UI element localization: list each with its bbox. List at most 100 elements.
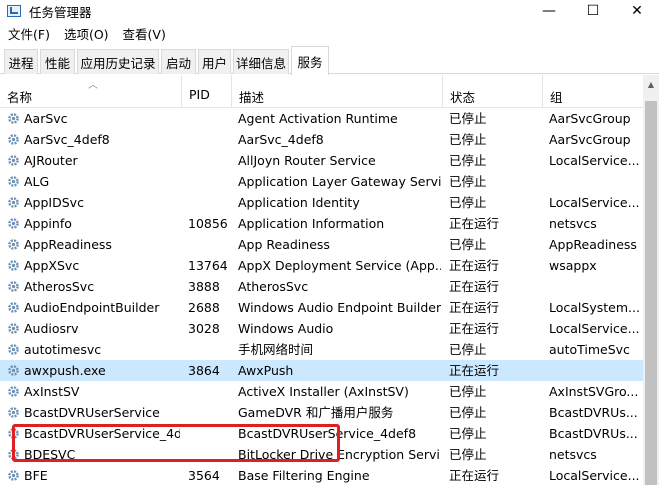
column-header-description[interactable]: 描述 — [232, 75, 443, 108]
table-row[interactable]: BcastDVRUserService_4d... BcastDVRUserSer… — [0, 423, 643, 444]
service-group: netsvcs — [549, 216, 597, 231]
table-row[interactable]: AppIDSvc Application Identity 已停止 LocalServ… — [0, 192, 643, 213]
service-name: AtherosSvc — [24, 279, 95, 294]
service-name: Audiosrv — [24, 321, 79, 336]
service-group: AppReadiness — [549, 237, 637, 252]
service-pid — [188, 402, 232, 423]
gear-icon — [8, 134, 19, 145]
close-button[interactable]: ✕ — [615, 0, 659, 22]
service-group: AxInstSVGro... — [549, 384, 639, 399]
vertical-scrollbar[interactable]: ▲ — [643, 75, 659, 485]
service-pid — [188, 150, 232, 171]
tab-details[interactable]: 详细信息 — [233, 49, 289, 74]
service-status: 已停止 — [449, 195, 487, 210]
table-row[interactable]: AJRouter AllJoyn Router Service 已停止 LocalSe… — [0, 150, 643, 171]
table-row[interactable]: BDESVC BitLocker Drive Encryption Servi..… — [0, 444, 643, 465]
table-row[interactable]: AtherosSvc 3888 AtherosSvc 正在运行 — [0, 276, 643, 297]
service-status: 已停止 — [449, 426, 487, 441]
service-group: BcastDVRUs... — [549, 426, 638, 441]
service-status: 已停止 — [449, 384, 487, 399]
service-group: LocalService... — [549, 468, 639, 483]
tab-services[interactable]: 服务 — [291, 46, 329, 75]
column-header-name[interactable]: 名称 ︿ — [0, 75, 182, 108]
gear-icon — [8, 344, 19, 355]
service-description: BitLocker Drive Encryption Servi... — [238, 447, 441, 462]
service-group: BcastDVRUs... — [549, 405, 638, 420]
service-status: 已停止 — [449, 174, 487, 189]
service-status: 已停止 — [449, 132, 487, 147]
column-header-pid[interactable]: PID — [182, 75, 232, 108]
tab-performance[interactable]: 性能 — [40, 49, 75, 74]
service-description: App Readiness — [238, 237, 330, 252]
table-header: 名称 ︿ PID 描述 状态 组 — [0, 75, 643, 108]
scroll-thumb[interactable] — [645, 101, 657, 485]
gear-icon — [8, 155, 19, 166]
service-name: AarSvc_4def8 — [24, 132, 110, 147]
maximize-button[interactable]: ☐ — [571, 0, 615, 22]
gear-icon — [8, 449, 19, 460]
table-row[interactable]: ALG Application Layer Gateway Servi... 已停止 — [0, 171, 643, 192]
service-group — [549, 360, 639, 381]
service-description: Application Layer Gateway Servi... — [238, 174, 441, 189]
column-header-group[interactable]: 组 — [543, 75, 643, 108]
column-label-name: 名称 — [7, 90, 33, 105]
gear-icon — [8, 302, 19, 313]
service-pid — [188, 381, 232, 402]
service-group — [549, 276, 639, 297]
service-pid — [188, 234, 232, 255]
gear-icon — [8, 407, 19, 418]
sort-ascending-icon: ︿ — [88, 80, 98, 91]
column-header-status[interactable]: 状态 — [443, 75, 543, 108]
service-group: LocalSystem... — [549, 300, 639, 315]
service-description: Base Filtering Engine — [238, 468, 370, 483]
service-status: 已停止 — [449, 111, 487, 126]
service-group: LocalService... — [549, 195, 639, 210]
table-row[interactable]: AarSvc_4def8 AarSvc_4def8 已停止 AarSvcGroup — [0, 129, 643, 150]
tab-processes[interactable]: 进程 — [4, 49, 38, 74]
table-row[interactable]: BFE 3564 Base Filtering Engine 正在运行 LocalSer… — [0, 465, 643, 485]
service-status: 正在运行 — [449, 468, 500, 483]
service-status: 已停止 — [449, 153, 487, 168]
service-pid: 3864 — [188, 363, 220, 378]
table-row[interactable]: AudioEndpointBuilder 2688 Windows Audio En… — [0, 297, 643, 318]
tab-app-history[interactable]: 应用历史记录 — [77, 49, 159, 74]
service-status: 已停止 — [449, 447, 487, 462]
tab-startup[interactable]: 启动 — [161, 49, 196, 74]
service-name: AudioEndpointBuilder — [24, 300, 160, 315]
service-status: 已停止 — [449, 237, 487, 252]
table-row[interactable]: Appinfo 10856 Application Information 正在运行 n… — [0, 213, 643, 234]
service-name: BcastDVRUserService — [24, 405, 160, 420]
service-description: ActiveX Installer (AxInstSV) — [238, 384, 409, 399]
service-description: AppX Deployment Service (App... — [238, 258, 441, 273]
table-row[interactable]: AxInstSV ActiveX Installer (AxInstSV) 已停止 A… — [0, 381, 643, 402]
gear-icon — [8, 197, 19, 208]
table-row[interactable]: autotimesvc 手机网络时间 已停止 autoTimeSvc — [0, 339, 643, 360]
service-status: 已停止 — [449, 342, 487, 357]
service-status: 已停止 — [449, 405, 487, 420]
service-description: 手机网络时间 — [238, 342, 314, 357]
service-name: AppIDSvc — [24, 195, 84, 210]
table-row[interactable]: awxpush.exe 3864 AwxPush 正在运行 — [0, 360, 643, 381]
menu-options[interactable]: 选项(O) — [58, 24, 115, 43]
service-pid: 13764 — [188, 258, 228, 273]
scroll-up-arrow-icon[interactable]: ▲ — [643, 75, 659, 93]
table-row[interactable]: BcastDVRUserService GameDVR 和广播用户服务 已停止 Bca… — [0, 402, 643, 423]
table-row[interactable]: AarSvc Agent Activation Runtime 已停止 AarSvcG… — [0, 108, 643, 129]
service-description: GameDVR 和广播用户服务 — [238, 405, 394, 420]
table-row[interactable]: Audiosrv 3028 Windows Audio 正在运行 LocalServic… — [0, 318, 643, 339]
menu-view[interactable]: 查看(V) — [117, 24, 172, 43]
service-name: BcastDVRUserService_4d... — [24, 426, 180, 441]
tab-users[interactable]: 用户 — [198, 49, 231, 74]
service-pid — [188, 444, 232, 465]
service-group: wsappx — [549, 258, 597, 273]
menu-file[interactable]: 文件(F) — [2, 24, 56, 43]
service-name: autotimesvc — [24, 342, 102, 357]
service-name: BFE — [24, 468, 48, 483]
service-group: netsvcs — [549, 447, 597, 462]
service-description: Application Identity — [238, 195, 360, 210]
service-pid — [188, 108, 232, 129]
service-status: 正在运行 — [449, 258, 500, 273]
minimize-button[interactable]: — — [527, 0, 571, 22]
table-row[interactable]: AppReadiness App Readiness 已停止 AppReadiness — [0, 234, 643, 255]
table-row[interactable]: AppXSvc 13764 AppX Deployment Service (App… — [0, 255, 643, 276]
